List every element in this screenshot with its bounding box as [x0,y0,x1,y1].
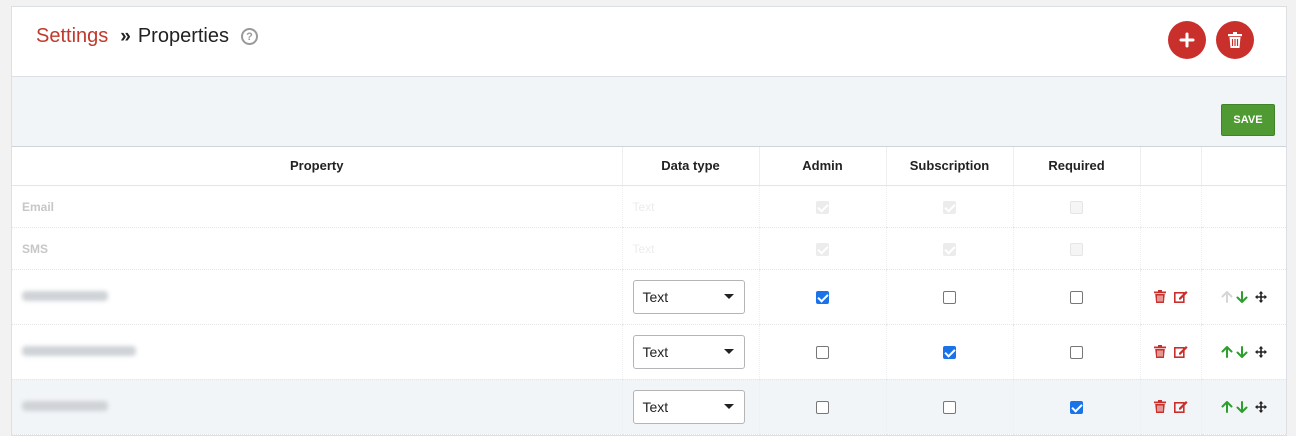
admin-checkbox[interactable] [816,291,829,305]
data-type-label: Text [632,241,655,256]
trash-icon [1228,32,1242,48]
data-type-select[interactable]: Text [632,279,745,314]
column-header-actions [1139,147,1201,186]
data-type-value: Text [642,398,669,415]
admin-checkbox [816,242,829,256]
property-row: Text [12,379,1286,435]
subscription-checkbox[interactable] [943,401,956,415]
trash-icon[interactable] [1153,400,1166,413]
caret-down-icon [723,404,734,409]
property-name-redacted [22,291,108,301]
subscription-checkbox[interactable] [943,291,956,305]
property-name: Email [22,199,55,214]
delete-property-button[interactable] [1216,21,1254,59]
edit-icon[interactable] [1173,290,1188,303]
data-type-value: Text [642,343,669,360]
page-title: Properties [137,25,229,47]
system-row: Email Text [12,185,1286,228]
order-cell [1200,227,1286,270]
order-cell [1200,185,1286,228]
column-header-property: Property [12,147,622,186]
trash-icon[interactable] [1153,345,1166,358]
actions-cell [1139,227,1201,270]
column-header-required: Required [1012,147,1140,186]
admin-checkbox [816,200,829,214]
page-header: Settings » Properties ? [12,7,1286,77]
move-icon[interactable] [1254,400,1267,413]
system-row: SMS Text [12,227,1286,270]
required-checkbox[interactable] [1070,401,1083,415]
help-icon[interactable]: ? [241,28,258,45]
column-header-admin: Admin [758,147,886,186]
admin-checkbox[interactable] [816,346,829,360]
property-row: Text [12,269,1286,325]
breadcrumb: Settings » Properties ? [36,25,258,48]
data-type-select[interactable]: Text [632,334,745,369]
arrow-down-icon[interactable] [1236,290,1248,303]
column-header-data-type: Data type [621,147,759,186]
breadcrumb-settings-link[interactable]: Settings [36,25,108,48]
arrow-down-icon[interactable] [1236,400,1248,413]
move-icon[interactable] [1254,290,1267,303]
breadcrumb-separator: » [120,25,130,47]
add-property-button[interactable] [1168,21,1206,59]
edit-icon[interactable] [1173,345,1188,358]
admin-checkbox[interactable] [816,401,829,415]
property-name-redacted [22,401,108,411]
table-body: Email Text SMS Text Text Text Text [12,185,1286,435]
properties-panel: Settings » Properties ? SAVE Property Da… [11,6,1287,436]
column-header-order [1200,147,1286,186]
trash-icon[interactable] [1153,290,1166,303]
subscription-checkbox [943,242,956,256]
arrow-up-icon [1221,290,1233,303]
save-button[interactable]: SAVE [1221,104,1275,136]
properties-table: Property Data type Admin Subscription Re… [12,147,1286,435]
caret-down-icon [723,349,734,354]
property-name: SMS [22,241,49,256]
subscription-checkbox[interactable] [943,346,956,360]
column-header-subscription: Subscription [885,147,1013,186]
table-header-row: Property Data type Admin Subscription Re… [12,147,1286,186]
caret-down-icon [723,294,734,299]
required-checkbox[interactable] [1070,291,1083,305]
data-type-value: Text [642,288,669,305]
arrow-up-icon[interactable] [1221,345,1233,358]
required-checkbox [1070,200,1083,214]
edit-icon[interactable] [1173,400,1188,413]
actions-cell [1139,185,1201,228]
property-row: Text [12,324,1286,380]
required-checkbox [1070,242,1083,256]
required-checkbox[interactable] [1070,346,1083,360]
data-type-label: Text [632,199,655,214]
property-name-redacted [22,346,136,356]
subscription-checkbox [943,200,956,214]
table-toolbar: SAVE [12,77,1286,147]
arrow-up-icon[interactable] [1221,400,1233,413]
arrow-down-icon[interactable] [1236,345,1248,358]
move-icon[interactable] [1254,345,1267,358]
plus-icon [1179,32,1195,48]
data-type-select[interactable]: Text [632,389,745,424]
